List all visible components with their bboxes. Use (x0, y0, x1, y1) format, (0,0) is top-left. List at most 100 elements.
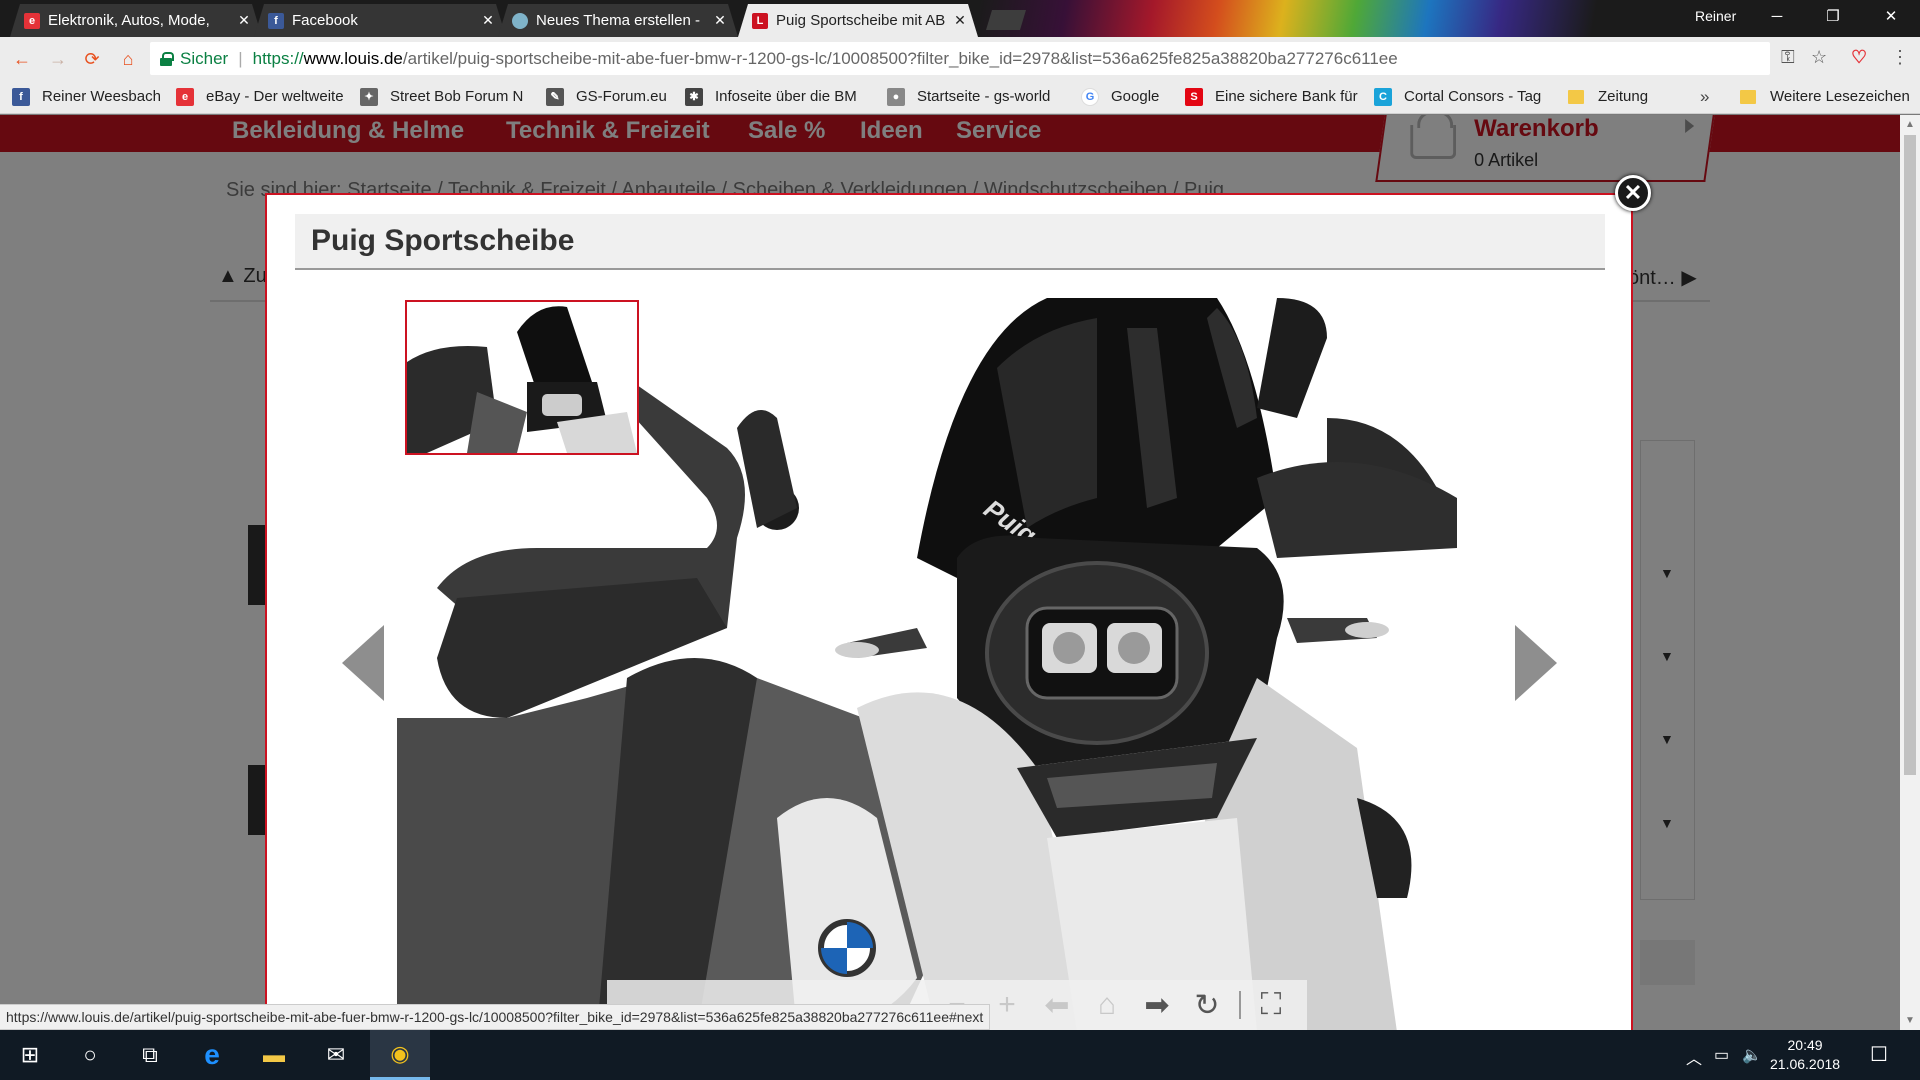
home-icon[interactable]: ⌂ (114, 45, 142, 73)
bookmark-item[interactable]: S Eine sichere Bank für (1185, 87, 1360, 106)
tab-puig-sportscheibe[interactable]: L Puig Sportscheibe mit AB ✕ (738, 4, 978, 37)
lightbox-header: Puig Sportscheibe (295, 214, 1605, 270)
explorer-icon[interactable]: ▬ (244, 1030, 304, 1080)
tab-close-icon[interactable]: ✕ (712, 12, 728, 29)
tab-ebay[interactable]: e Elektronik, Autos, Mode, ✕ (10, 4, 262, 37)
bookmark-item[interactable]: f Reiner Weesbach (12, 87, 162, 106)
tab-title: Puig Sportscheibe mit AB (776, 12, 946, 29)
page-scrollbar[interactable]: ▲ ▼ (1900, 115, 1920, 1030)
fullscreen-icon[interactable]: ⛶ (1251, 985, 1291, 1025)
previous-image-arrow-icon[interactable] (342, 625, 384, 701)
key-icon[interactable]: ⚿ (1781, 47, 1795, 68)
forward-icon[interactable]: → (44, 45, 72, 73)
bookmark-folder[interactable]: Zeitung (1568, 88, 1668, 105)
tab-title: Neues Thema erstellen - (536, 12, 700, 29)
folder-icon (1740, 89, 1756, 104)
lightbox-title: Puig Sportscheibe (311, 224, 575, 257)
url-domain: www.louis.de (303, 48, 403, 68)
browser-toolbar: ← → ⟳ ⌂ Sicher | https://www.louis.de/ar… (0, 37, 1920, 80)
bookmark-label: Startseite - gs-world (917, 88, 1051, 105)
louis-icon: L (752, 13, 768, 29)
scroll-up-icon[interactable]: ▲ (1905, 119, 1915, 130)
bookmark-item[interactable]: C Cortal Consors - Tag (1374, 87, 1554, 106)
profile-name[interactable]: Reiner (1695, 8, 1736, 24)
tab-neues-thema[interactable]: Neues Thema erstellen - ✕ (498, 4, 738, 37)
task-view-icon[interactable]: ⧉ (120, 1030, 180, 1080)
facebook-icon: f (268, 13, 284, 29)
bookmark-label: Street Bob Forum N (390, 88, 524, 105)
bookmark-label: Zeitung (1598, 88, 1649, 105)
bookmark-label: Google (1111, 88, 1160, 105)
lock-icon (160, 51, 174, 66)
next-image-icon[interactable]: ➡ (1137, 985, 1177, 1025)
clock-date: 21.06.2018 (1770, 1056, 1841, 1072)
shield-extension-icon[interactable]: ♡ (1851, 47, 1867, 68)
close-lightbox-icon[interactable]: ✕ (1615, 175, 1651, 211)
rotate-icon[interactable]: ↻ (1187, 985, 1227, 1025)
window-theme-background (980, 0, 1700, 37)
bmw-info-icon: ✱ (685, 87, 703, 106)
bank-icon: S (1185, 87, 1203, 106)
volume-icon[interactable]: 🔈 (1742, 1045, 1762, 1065)
scrollbar-thumb[interactable] (1904, 135, 1916, 775)
new-tab-button[interactable] (986, 10, 1026, 30)
gs-forum-icon: ✎ (546, 87, 564, 106)
bookmarks-bar: f Reiner Weesbach e eBay - Der weltweite… (0, 80, 1920, 114)
home-icon[interactable]: ⌂ (1087, 985, 1127, 1025)
ebay-icon: e (176, 87, 194, 106)
secure-label: Sicher (180, 48, 229, 68)
zoom-in-icon[interactable]: + (987, 985, 1027, 1025)
tab-close-icon[interactable]: ✕ (236, 12, 252, 29)
bookmark-item[interactable]: G Google (1081, 87, 1171, 106)
windows-start-icon[interactable]: ⊞ (0, 1030, 60, 1080)
bookmark-item[interactable]: ✦ Street Bob Forum N (360, 87, 532, 106)
bookmark-label: Cortal Consors - Tag (1404, 88, 1542, 105)
ebay-icon: e (24, 13, 40, 29)
restore-icon[interactable]: ❐ (1810, 0, 1856, 32)
url-path: /artikel/puig-sportscheibe-mit-abe-fuer-… (402, 48, 1398, 68)
edge-icon[interactable]: e (182, 1030, 242, 1080)
clock-time: 20:49 (1787, 1037, 1823, 1053)
chrome-icon[interactable]: ◉ (370, 1030, 430, 1080)
status-bar-url: https://www.louis.de/artikel/puig-sports… (0, 1004, 991, 1030)
facebook-icon: f (12, 87, 30, 106)
scroll-down-icon[interactable]: ▼ (1905, 1015, 1915, 1026)
next-image-arrow-icon[interactable] (1515, 625, 1557, 701)
motorbike-icon: ✦ (360, 87, 378, 106)
tab-close-icon[interactable]: ✕ (952, 12, 968, 29)
tab-strip: e Elektronik, Autos, Mode, ✕ f Facebook … (0, 0, 1920, 37)
tab-facebook[interactable]: f Facebook ✕ (254, 4, 506, 37)
reload-icon[interactable]: ⟳ (78, 45, 106, 73)
other-bookmarks-folder[interactable]: Weitere Lesezeichen (1740, 88, 1910, 105)
system-clock[interactable]: 20:49 21.06.2018 (1770, 1036, 1840, 1074)
bookmark-label: Reiner Weesbach (42, 88, 161, 105)
windows-taskbar: ⊞ ○ ⧉ e ▬ ✉ ◉ ︿ ▭ 🔈 20:49 21.06.2018 ☐ (0, 1030, 1920, 1080)
bookmark-item[interactable]: e eBay - Der weltweite (176, 87, 346, 106)
notifications-icon[interactable]: ☐ (1870, 1042, 1888, 1067)
rotate-left-icon[interactable]: ⬅ (1037, 985, 1077, 1025)
mail-icon[interactable]: ✉ (306, 1030, 366, 1080)
bookmark-item[interactable]: ✱ Infoseite über die BM (685, 87, 873, 106)
menu-icon[interactable]: ⋮ (1891, 47, 1909, 68)
forum-icon (512, 13, 528, 29)
bookmark-item[interactable]: ● Startseite - gs-world (887, 87, 1067, 106)
tray-chevron-icon[interactable]: ︿ (1686, 1045, 1702, 1069)
bookmark-item[interactable]: ✎ GS-Forum.eu (546, 87, 671, 106)
minimize-icon[interactable]: ─ (1754, 0, 1800, 32)
cortana-search-icon[interactable]: ○ (60, 1030, 120, 1080)
tab-close-icon[interactable]: ✕ (480, 12, 496, 29)
toolbar-divider (1239, 991, 1241, 1019)
bookmark-label: GS-Forum.eu (576, 88, 667, 105)
image-thumbnail[interactable] (405, 300, 639, 455)
back-icon[interactable]: ← (8, 45, 36, 73)
bookmarks-overflow-button[interactable]: » (1700, 87, 1709, 107)
bookmark-star-icon[interactable]: ☆ (1811, 47, 1827, 68)
bookmark-label: eBay - Der weltweite (206, 88, 344, 105)
address-bar[interactable]: Sicher | https://www.louis.de/artikel/pu… (150, 42, 1770, 75)
battery-icon[interactable]: ▭ (1714, 1045, 1729, 1065)
gs-world-icon: ● (887, 87, 905, 106)
close-window-icon[interactable]: ✕ (1868, 0, 1914, 32)
cortal-consors-icon: C (1374, 87, 1392, 106)
bookmark-label: Infoseite über die BM (715, 88, 857, 105)
image-lightbox: Puig Sportscheibe Puig + ⬅ ⌂ ➡ ↻ ⛶ (265, 193, 1633, 1030)
